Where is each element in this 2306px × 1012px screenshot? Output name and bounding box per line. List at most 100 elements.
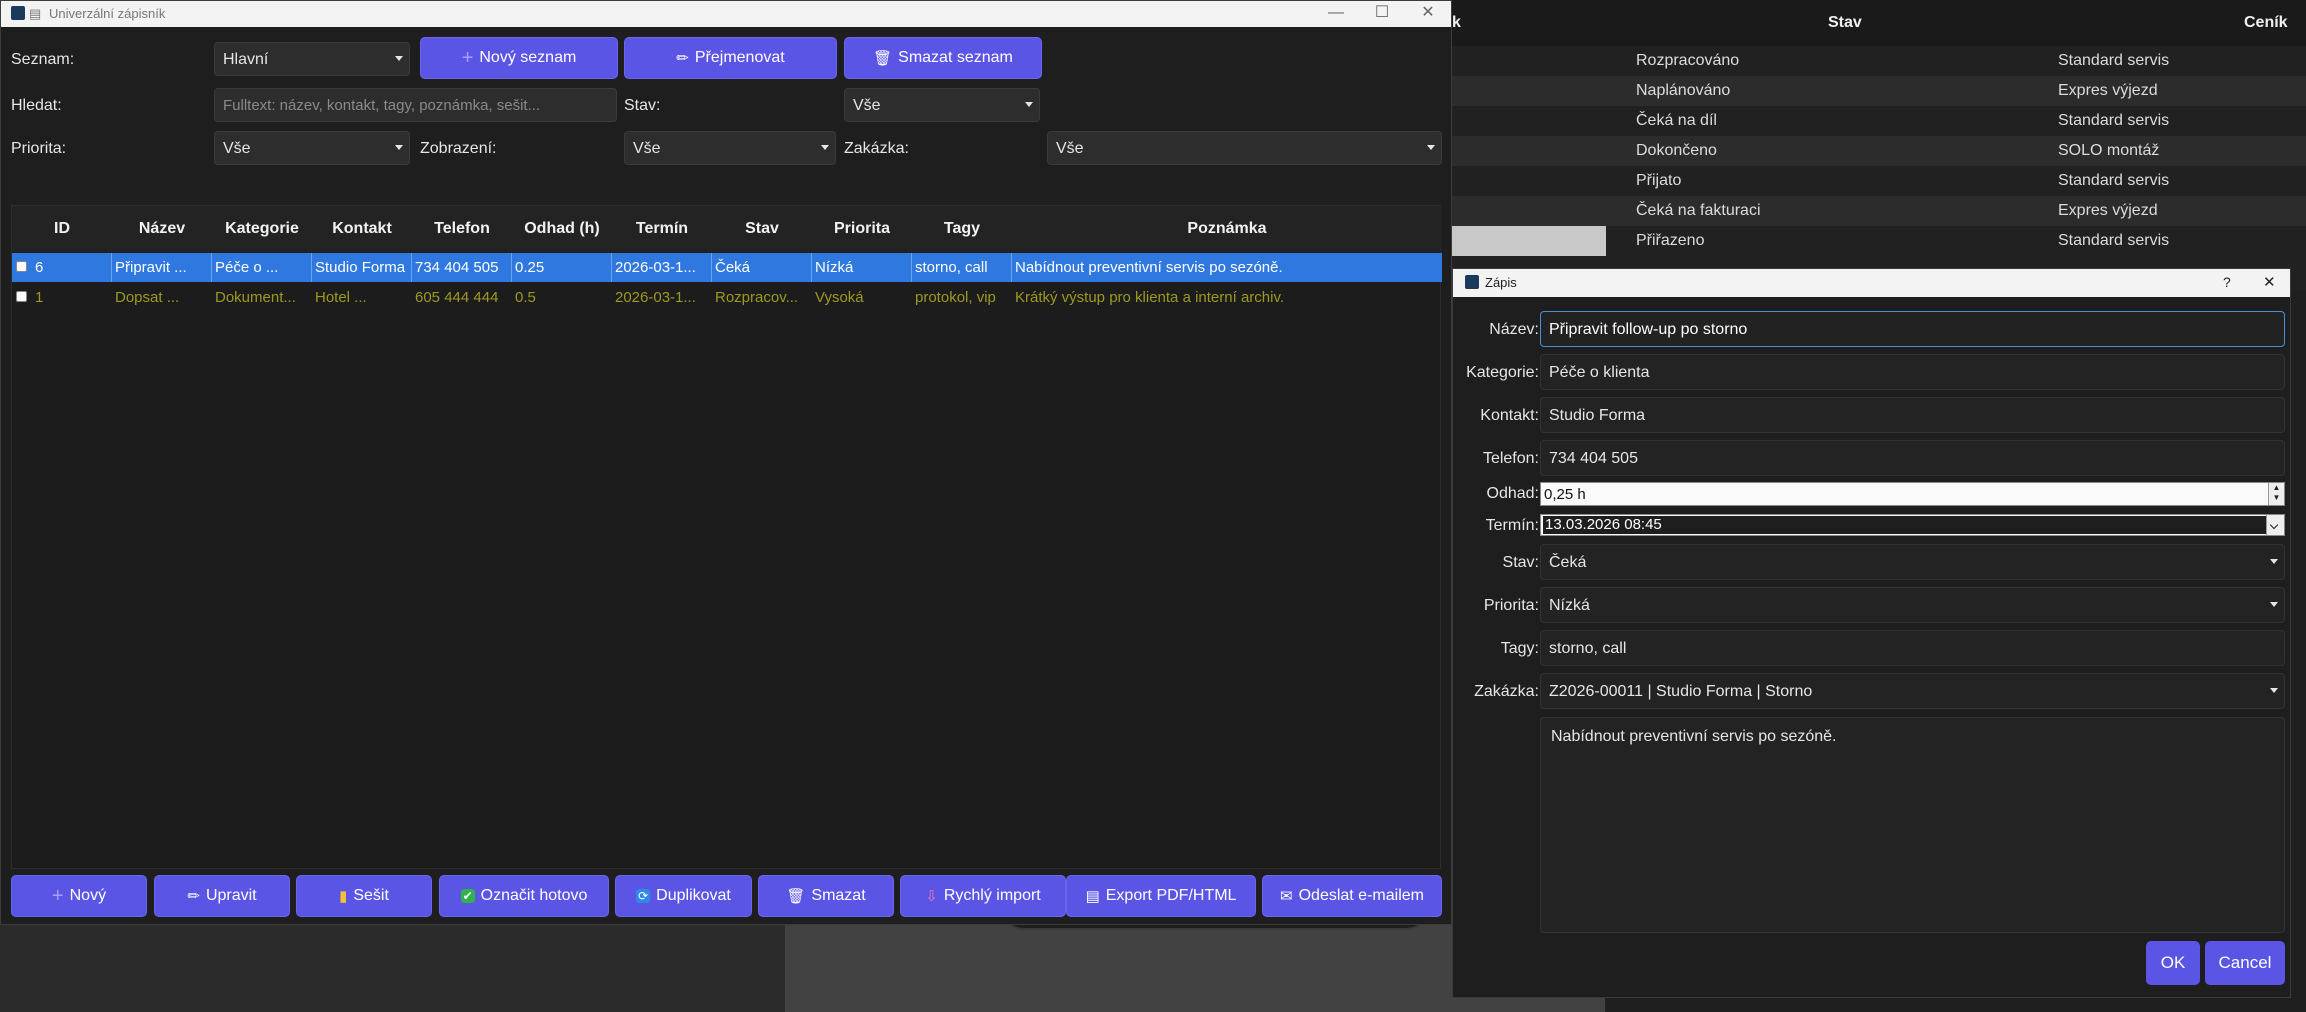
bg-cell-stav: Přiřazeno [1636,232,1705,249]
cancel-button[interactable]: Cancel [2205,941,2285,985]
app-icon [11,6,25,20]
kategorie-input[interactable]: Péče o klienta [1540,354,2285,390]
dialog-title: Zápis [1485,275,1517,290]
spin-arrows-icon[interactable]: ▲ ▼ [2268,483,2284,505]
bg-cell-cenik: Standard servis [2058,172,2170,189]
zobrazeni-value: Vše [633,140,661,157]
calendar-dropdown-icon[interactable] [2266,515,2284,535]
col-header-tagy[interactable]: Tagy [912,220,1012,238]
bg-col-header-cenik: Ceník [2244,14,2288,31]
col-header-kontakt[interactable]: Kontakt [312,220,412,238]
col-header-kategorie[interactable]: Kategorie [212,220,312,238]
odhad-spinbox[interactable]: 0,25 h ▲ ▼ [1540,482,2285,506]
ok-button[interactable]: OK [2146,941,2200,985]
zobrazeni-select[interactable]: Vše [624,131,836,165]
col-header-nazev[interactable]: Název [112,220,212,238]
chevron-down-icon [2270,559,2278,564]
new-list-button[interactable]: + Nový seznam [420,37,618,79]
priorita-label: Priorita: [1483,597,1539,614]
close-button[interactable]: ✕ [1405,1,1451,27]
telefon-value: 734 404 505 [1549,450,1638,467]
delete-list-label: Smazat seznam [898,49,1013,66]
import-icon: ⇩ [925,888,938,905]
stav-label: Stav: [624,97,661,114]
bg-cell-stav: Čeká na fakturaci [1636,202,1761,219]
new-button[interactable]: + Nový [11,875,147,917]
bg-table-row[interactable]: Dokončeno SOLO montáž [1450,136,2306,166]
app-icon [1465,275,1479,289]
notebook-button[interactable]: ▮ Sešit [296,875,432,917]
col-header-termin[interactable]: Termín [612,220,712,238]
help-button[interactable]: ? [2223,274,2231,290]
col-header-id[interactable]: ID [12,220,112,238]
termin-datetime[interactable]: 13.03.2026 08:45 [1540,514,2285,536]
telefon-input[interactable]: 734 404 505 [1540,440,2285,476]
maximize-button[interactable]: ☐ [1359,1,1405,27]
seznam-select[interactable]: Hlavní [214,42,410,76]
bg-table-row[interactable]: Čeká na fakturaci Expres výjezd [1450,196,2306,226]
delete-button[interactable]: 🗑 Smazat [758,875,894,917]
zakazka-select[interactable]: Vše [1047,131,1442,165]
col-header-odhad[interactable]: Odhad (h) [512,220,612,238]
rename-button[interactable]: ✏ Přejmenovat [624,37,837,79]
bg-selected-cell [1450,226,1606,256]
bg-table-row[interactable]: Rozpracováno Standard servis [1450,46,2306,76]
envelope-icon: ✉ [1280,888,1293,905]
kategorie-label: Kategorie: [1466,364,1539,381]
search-input[interactable]: Fulltext: název, kontakt, tagy, poznámka… [214,88,617,122]
kontakt-input[interactable]: Studio Forma [1540,397,2285,433]
new-label: Nový [69,887,107,904]
table-row[interactable]: 6 Připravit ... Péče o ... Studio Forma … [12,253,1442,282]
bg-cell-cenik: Standard servis [2058,52,2170,69]
chevron-down-icon [395,145,403,150]
col-header-stav[interactable]: Stav [712,220,812,238]
edit-button[interactable]: ✏ Upravit [154,875,290,917]
priorita-select[interactable]: Nízká [1540,587,2285,623]
quick-import-button[interactable]: ⇩ Rychlý import [900,875,1066,917]
kontakt-label: Kontakt: [1480,407,1539,424]
bg-table-row[interactable]: Přiřazeno Standard servis [1450,226,2306,256]
note-textarea[interactable]: Nabídnout preventivní servis po sezóně. [1540,717,2285,933]
kontakt-value: Studio Forma [1549,407,1646,424]
tagy-input[interactable]: storno, call [1540,630,2285,666]
plus-icon: + [51,884,64,907]
nazev-input[interactable]: Připravit follow-up po storno [1540,311,2285,347]
email-button[interactable]: ✉ Odeslat e-mailem [1262,875,1442,917]
cell-termin: 2026-03-1... [612,253,712,282]
bg-table-row[interactable]: Přijato Standard servis [1450,166,2306,196]
zakazka-label: Zakázka: [1474,683,1539,700]
bg-table-row[interactable]: Čeká na díl Standard servis [1450,106,2306,136]
stav-select[interactable]: Vše [844,88,1040,122]
chevron-down-icon [395,56,403,61]
chevron-down-icon [2270,602,2278,607]
col-header-telefon[interactable]: Telefon [412,220,512,238]
notebook-icon: ▮ [339,888,348,905]
minimize-button[interactable]: — [1313,1,1359,27]
duplicate-label: Duplikovat [656,887,731,904]
cell-id: 1 [35,289,44,306]
cell-stav: Rozpracov... [715,289,799,306]
mark-done-button[interactable]: ✔ Označit hotovo [439,875,609,917]
priorita-select[interactable]: Vše [214,131,410,165]
seznam-label: Seznam: [11,51,75,68]
stav-select[interactable]: Čeká [1540,544,2285,580]
export-button[interactable]: ▤ Export PDF/HTML [1066,875,1256,917]
bg-cell-stav: Přijato [1636,172,1682,189]
tagy-value: storno, call [1549,640,1627,657]
quick-import-label: Rychlý import [943,887,1041,904]
delete-list-button[interactable]: 🗑 Smazat seznam [844,37,1042,79]
table-row[interactable]: 1 Dopsat ... Dokument... Hotel ... 605 4… [12,283,1442,312]
cell-telefon: 605 444 444 [415,289,499,306]
cell-priorita: Vysoká [815,289,864,306]
bg-table-row[interactable]: Naplánováno Expres výjezd [1450,76,2306,106]
delete-label: Smazat [811,887,866,904]
email-label: Odeslat e-mailem [1298,887,1424,904]
pencil-icon: ✏ [187,888,200,905]
dialog-close-button[interactable]: ✕ [2263,273,2276,291]
duplicate-button[interactable]: ⟳ Duplikovat [615,875,752,917]
zakazka-select[interactable]: Z2026-00011 | Studio Forma | Storno [1540,673,2285,709]
col-header-poznamka[interactable]: Poznámka [1012,220,1442,238]
col-header-priorita[interactable]: Priorita [812,220,912,238]
bg-col-header-stav: Stav [1828,14,1862,31]
notes-table: ID Název Kategorie Kontakt Telefon Odhad… [11,205,1442,869]
